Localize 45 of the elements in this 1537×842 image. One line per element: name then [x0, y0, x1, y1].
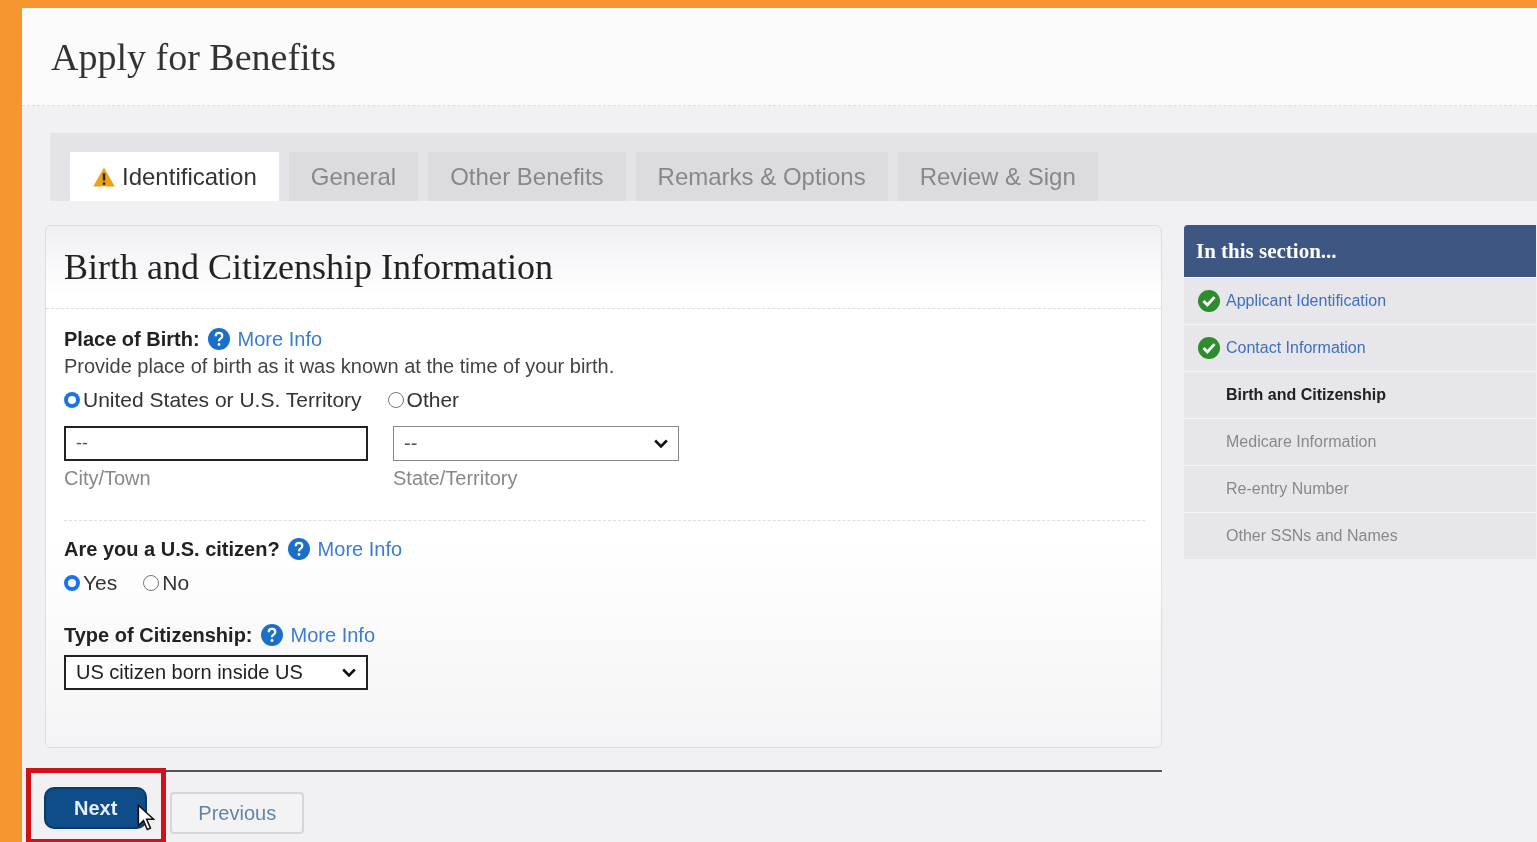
more-info-link[interactable]: More Info [317, 537, 403, 561]
more-info-link[interactable]: More Info [290, 623, 375, 647]
tab[interactable]: Remarks & Options [635, 152, 888, 201]
section-title: Birth and Citizenship Information [46, 226, 1161, 309]
radio-option[interactable]: Other [387, 388, 460, 412]
radio-option[interactable]: No [143, 571, 190, 595]
citizenship-dropdown[interactable]: US citizen born inside US [64, 655, 368, 690]
next-button[interactable]: Next [44, 787, 148, 829]
help-icon[interactable] [207, 328, 230, 350]
field-caption: State/Territory [393, 467, 519, 490]
check-icon [1198, 290, 1220, 312]
help-icon[interactable] [287, 538, 310, 560]
tab[interactable]: Review & Sign [897, 152, 1098, 201]
field-label: Are you a U.S. citizen? [64, 537, 280, 561]
radio-button[interactable] [64, 392, 80, 408]
more-info-link[interactable]: More Info [237, 327, 323, 351]
tab[interactable]: General [288, 152, 419, 201]
city-input[interactable]: -- [64, 426, 368, 461]
cursor-icon [137, 804, 155, 832]
radio-button[interactable] [387, 392, 404, 408]
radio-button[interactable] [64, 575, 80, 591]
section-nav-item[interactable]: Re-entry Number [1184, 465, 1536, 512]
section-nav-item[interactable]: Contact Information [1184, 324, 1536, 371]
field-caption: City/Town [64, 467, 152, 490]
previous-button[interactable]: Previous [170, 792, 305, 834]
check-icon [1198, 337, 1220, 359]
section-nav-item[interactable]: Birth and Citizenship [1184, 371, 1536, 418]
chevron-icon [654, 438, 668, 449]
radio-option[interactable]: United States or U.S. Territory [64, 388, 362, 412]
field-label: Type of Citizenship: [64, 623, 253, 647]
hint-text: Provide place of birth as it was known at the time of your birth. [64, 355, 616, 378]
page-title: Apply for Benefits [51, 34, 336, 79]
help-icon[interactable] [260, 624, 283, 646]
tab[interactable]: Identification [70, 152, 279, 201]
radio-option[interactable]: Yes [64, 571, 118, 595]
chevron-icon [342, 667, 356, 678]
field-label: Place of Birth: [64, 327, 200, 351]
warning-icon [92, 165, 116, 188]
state-dropdown[interactable]: -- [393, 426, 679, 461]
section-nav-item[interactable]: Applicant Identification [1184, 277, 1536, 324]
section-nav-item[interactable]: Other SSNs and Names [1184, 512, 1536, 559]
section-nav-item[interactable]: Medicare Information [1184, 418, 1536, 465]
section-nav-title: In this section... [1196, 238, 1337, 264]
radio-button[interactable] [143, 575, 160, 591]
tab[interactable]: Other Benefits [428, 152, 626, 201]
